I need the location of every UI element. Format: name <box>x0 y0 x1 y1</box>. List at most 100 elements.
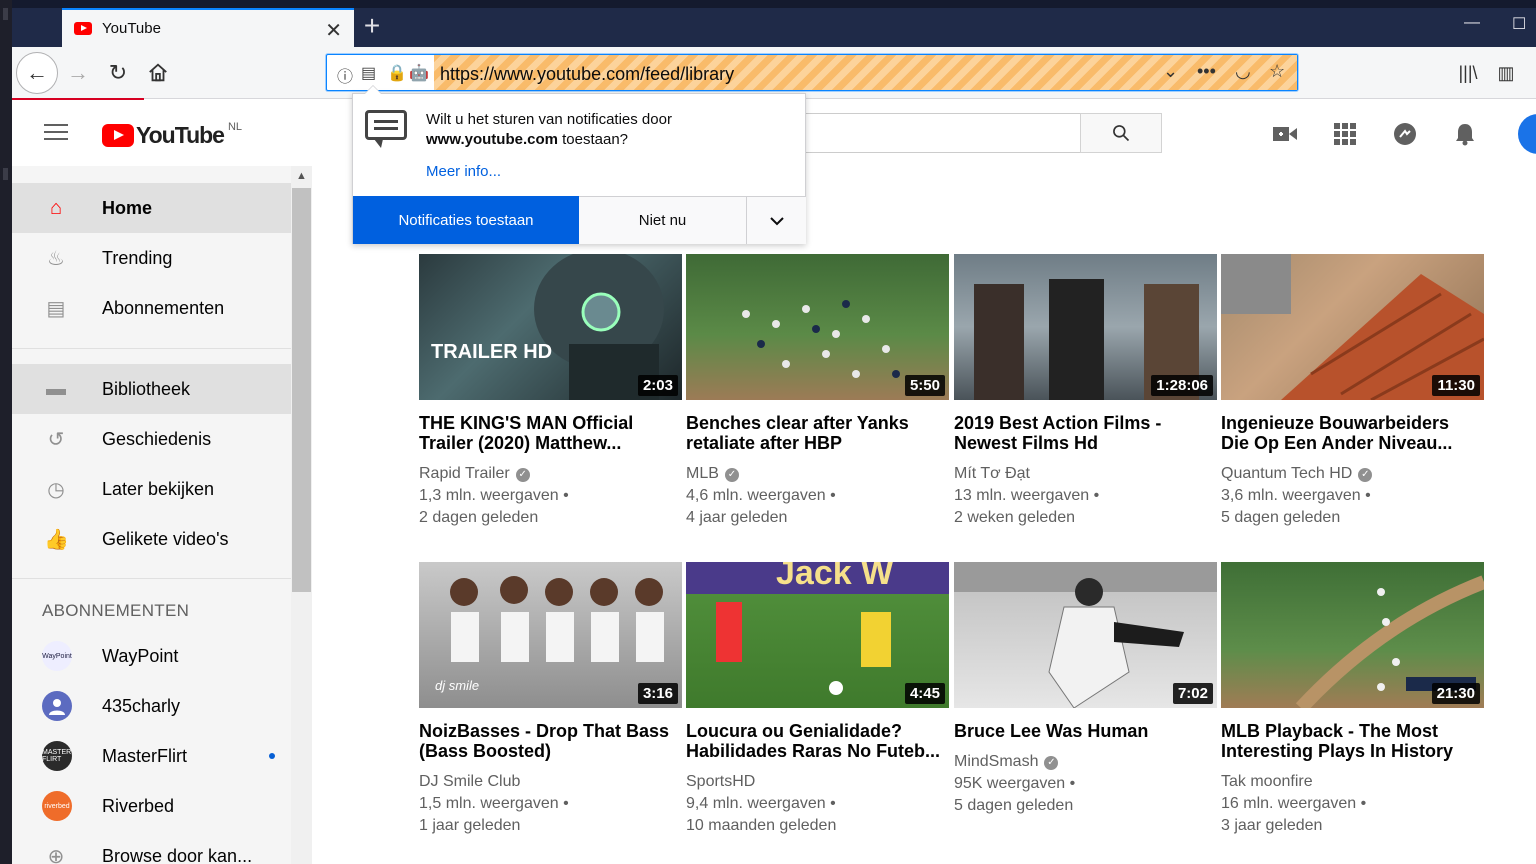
video-thumbnail[interactable]: 21:30 <box>1221 562 1484 708</box>
channel-avatar: WayPoint <box>42 641 72 671</box>
upload-age: 5 dagen geleden <box>954 797 1074 814</box>
account-avatar[interactable] <box>1518 114 1536 154</box>
back-button[interactable]: ← <box>16 52 58 94</box>
sidebar-scrollbar[interactable]: ▲ <box>291 166 312 864</box>
pocket-icon[interactable]: ◡ <box>1235 61 1251 82</box>
verified-check-icon: ✓ <box>515 468 530 482</box>
new-content-dot <box>269 753 275 759</box>
create-video-icon[interactable] <box>1273 122 1297 146</box>
view-count: 9,4 mln. weergaven • <box>686 795 836 812</box>
sidebar-item-liked-videos[interactable]: 👍 Gelikete video's <box>12 514 291 564</box>
video-thumbnail[interactable]: 11:30 <box>1221 254 1484 400</box>
notifications-bell-icon[interactable] <box>1453 122 1477 146</box>
page-actions-icon[interactable]: ••• <box>1197 61 1216 82</box>
bookmark-star-icon[interactable]: ☆ <box>1269 61 1285 82</box>
video-thumbnail[interactable]: TRAILER HD 2:03 <box>419 254 682 400</box>
youtube-logo[interactable]: YouTube NL <box>102 121 242 149</box>
folder-icon: ▬ <box>46 377 66 400</box>
upload-age: 5 dagen geleden <box>1221 509 1341 526</box>
video-title[interactable]: Ingenieuze Bouwarbeiders Die Op Een Ander… <box>1221 413 1484 453</box>
sidebar-item-subscriptions[interactable]: ▤ Abonnementen <box>12 283 291 333</box>
video-title[interactable]: 2019 Best Action Films - Newest Films Hd <box>954 413 1217 453</box>
person-icon <box>49 699 65 715</box>
video-title[interactable]: THE KING'S MAN Official Trailer (2020) Ma… <box>419 413 682 453</box>
apps-grid-icon[interactable] <box>1333 122 1357 146</box>
channel-name[interactable]: SportsHD <box>686 771 949 793</box>
verified-check-icon: ✓ <box>1044 756 1059 770</box>
video-card[interactable]: 7:02 Bruce Lee Was Human MindSmash ✓ 95K … <box>954 562 1217 817</box>
allow-notifications-button[interactable]: Notificaties toestaan <box>353 196 579 244</box>
video-title[interactable]: Benches clear after Yanks retaliate after… <box>686 413 949 453</box>
video-title[interactable]: NoizBasses - Drop That Bass (Bass Boosted… <box>419 721 682 761</box>
sidebar-item-subscription[interactable]: WayPoint WayPoint <box>12 631 291 681</box>
url-bar[interactable]: ⓘ ▤ 🔒 🤖 https://www.youtube.com/feed/lib… <box>326 54 1298 91</box>
sidebar-item-label: Abonnementen <box>102 297 225 318</box>
url-text[interactable]: https://www.youtube.com/feed/library <box>440 64 734 85</box>
video-card[interactable]: TRAILER HD 2:03 THE KING'S MAN Official T… <box>419 254 682 529</box>
sidebar-item-browse-channels[interactable]: ⊕ Browse door kan... <box>12 831 291 864</box>
sidebar-item-subscription[interactable]: 435charly <box>12 681 291 731</box>
reload-button[interactable]: ↻ <box>100 55 136 91</box>
tab-youtube[interactable]: YouTube ✕ <box>62 8 354 47</box>
video-card[interactable]: 11:30 Ingenieuze Bouwarbeiders Die Op Een… <box>1221 254 1484 529</box>
video-thumbnail[interactable]: Jack W 4:45 <box>686 562 949 708</box>
video-thumbnail[interactable]: dj smile 3:16 <box>419 562 682 708</box>
home-button[interactable] <box>140 55 176 91</box>
maximize-button[interactable]: ☐ <box>1512 14 1526 34</box>
scrollbar-thumb[interactable] <box>292 188 311 592</box>
sidebar-item-watch-later[interactable]: ◷ Later bekijken <box>12 464 291 514</box>
channel-name[interactable]: MindSmash ✓ <box>954 751 1217 773</box>
upload-age: 4 jaar geleden <box>686 509 788 526</box>
sidebar-toggle-icon[interactable]: ▥ <box>1488 55 1524 91</box>
permission-message: Wilt u het sturen van notificaties door … <box>426 111 672 148</box>
video-thumbnail[interactable]: 5:50 <box>686 254 949 400</box>
channel-name[interactable]: Quantum Tech HD ✓ <box>1221 463 1484 485</box>
sidebar-item-history[interactable]: ↺ Geschiedenis <box>12 414 291 464</box>
messages-icon[interactable] <box>1393 122 1417 146</box>
sidebar-item-home[interactable]: ⌂ Home <box>12 183 291 233</box>
library-icon[interactable]: |||\ <box>1450 55 1486 91</box>
scroll-up-icon[interactable]: ▲ <box>296 170 307 182</box>
edge-mark <box>3 168 8 180</box>
video-title[interactable]: Loucura ou Genialidade? Habilidades Raras… <box>686 721 949 761</box>
lock-icon[interactable]: 🔒 <box>387 63 407 83</box>
minimize-button[interactable]: — <box>1464 14 1480 32</box>
video-card[interactable]: 1:28:06 2019 Best Action Films - Newest F… <box>954 254 1217 529</box>
view-count: 1,5 mln. weergaven • <box>419 795 569 812</box>
channel-name[interactable]: Rapid Trailer ✓ <box>419 463 682 485</box>
video-card[interactable]: dj smile 3:16 NoizBasses - Drop That Bas… <box>419 562 682 837</box>
sidebar-item-subscription[interactable]: riverbed Riverbed <box>12 781 291 831</box>
upload-age: 10 maanden geleden <box>686 817 837 834</box>
info-icon[interactable]: ⓘ <box>337 63 353 87</box>
chevron-down-icon[interactable]: ⌄ <box>1163 61 1178 82</box>
video-title[interactable]: MLB Playback - The Most Interesting Plays… <box>1221 721 1484 761</box>
channel-name[interactable]: Tak moonfire <box>1221 771 1484 793</box>
video-card[interactable]: Jack W 4:45 Loucura ou Genialidade? Habil… <box>686 562 949 837</box>
tab-bar: YouTube ✕ + — ☐ <box>12 0 1536 47</box>
menu-icon[interactable] <box>44 124 68 142</box>
forward-button[interactable]: → <box>60 55 96 91</box>
video-thumbnail[interactable]: 1:28:06 <box>954 254 1217 400</box>
subscriptions-heading: ABONNEMENTEN <box>42 601 190 620</box>
new-tab-button[interactable]: + <box>352 12 392 42</box>
sidebar-item-subscription[interactable]: MASTER FLIRT MasterFlirt <box>12 731 291 781</box>
video-duration: 7:02 <box>1172 683 1213 704</box>
sidebar-item-trending[interactable]: ♨ Trending <box>12 233 291 283</box>
robot-icon: 🤖 <box>409 65 429 82</box>
not-now-button[interactable]: Niet nu <box>579 196 747 244</box>
view-count: 1,3 mln. weergaven • <box>419 487 569 504</box>
channel-name[interactable]: Mít Tơ Đạt <box>954 463 1217 485</box>
more-info-link[interactable]: Meer info... <box>426 163 501 180</box>
channel-name[interactable]: MLB ✓ <box>686 463 949 485</box>
more-options-dropdown[interactable] <box>747 196 806 244</box>
search-input[interactable] <box>792 113 1082 153</box>
channel-name[interactable]: DJ Smile Club <box>419 771 682 793</box>
video-card[interactable]: 21:30 MLB Playback - The Most Interesting… <box>1221 562 1484 837</box>
sidebar-item-library[interactable]: ▬ Bibliotheek <box>12 364 291 414</box>
notification-message-icon <box>365 110 407 148</box>
search-button[interactable] <box>1080 113 1162 153</box>
notification-permission-icon[interactable]: ▤ <box>361 63 376 83</box>
video-card[interactable]: 5:50 Benches clear after Yanks retaliate … <box>686 254 949 529</box>
tab-close-icon[interactable]: ✕ <box>325 18 342 43</box>
video-thumbnail[interactable]: 7:02 <box>954 562 1217 708</box>
